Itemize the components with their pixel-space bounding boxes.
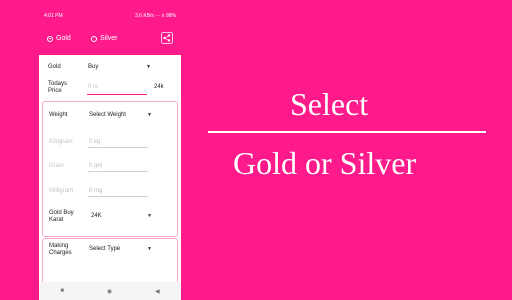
weight-label: Weight: [49, 112, 68, 118]
gold-radio-label: Gold: [56, 35, 71, 42]
metal-row: Gold Buy ▼: [39, 55, 181, 75]
gram-underline: [88, 171, 148, 172]
kilogram-label: Kilogram: [49, 139, 73, 145]
karat-label-line1: Gold Buy: [49, 210, 74, 216]
headline-line2: Gold or Silver: [233, 145, 417, 181]
weight-select[interactable]: Select Weight: [89, 112, 126, 118]
caret-down-icon: ▼: [147, 213, 152, 219]
price-input[interactable]: 0 rs: [88, 84, 98, 90]
kilogram-underline: [88, 147, 148, 148]
radio-unselected-icon: [91, 35, 97, 42]
caret-down-icon: ▼: [146, 64, 151, 70]
silver-radio-label: Silver: [100, 35, 118, 42]
back-icon[interactable]: ◀: [155, 288, 160, 295]
karat-label-line2: Karat: [49, 217, 64, 223]
weight-card: Weight Select Weight ▼ Kilogram 0 kg Gra…: [42, 101, 178, 237]
making-select[interactable]: Select Type: [89, 246, 120, 252]
status-time: 4:01 PM: [44, 13, 63, 19]
karat-select[interactable]: 24K: [91, 213, 102, 219]
recent-apps-icon[interactable]: ■: [60, 288, 64, 294]
milligram-underline: [88, 196, 148, 197]
making-label-line1: Making: [49, 243, 69, 249]
milligram-input[interactable]: 0 mg: [89, 188, 102, 194]
silver-radio[interactable]: Silver: [91, 35, 118, 42]
kilogram-input[interactable]: 0 kg: [89, 139, 100, 145]
price-input-underline: [87, 94, 147, 95]
price-label-line1: Todays: [48, 81, 68, 87]
status-bar: 4:01 PM 3.6 KB/s ··· ≡ 98%: [39, 9, 181, 23]
share-icon[interactable]: [161, 32, 173, 44]
caret-down-icon: ▼: [147, 112, 152, 118]
making-charges-card: Making Charges Select Type ▼: [42, 238, 178, 288]
milligram-label: Milligram: [49, 188, 73, 194]
metal-label: Gold: [48, 64, 61, 70]
radio-selected-icon: [47, 35, 53, 42]
caret-down-icon: ▼: [147, 246, 152, 252]
system-nav-bar: ■ ◉ ◀: [39, 282, 181, 300]
home-icon[interactable]: ◉: [107, 288, 112, 295]
gram-input[interactable]: 0 gm: [89, 163, 102, 169]
price-label-line2: Price: [48, 88, 62, 94]
headline-divider: [208, 131, 486, 133]
metal-select[interactable]: Buy: [88, 64, 98, 70]
making-label-line2: Charges: [49, 250, 72, 256]
gold-radio[interactable]: Gold: [47, 35, 71, 42]
headline-line1: Select: [290, 86, 369, 122]
app-bar: Gold Silver: [39, 23, 181, 55]
gram-label: Gram: [49, 163, 64, 169]
price-karat: 24k: [154, 84, 164, 90]
phone-screen: 4:01 PM 3.6 KB/s ··· ≡ 98% Gold Silver G…: [39, 9, 181, 300]
status-indicators: 3.6 KB/s ··· ≡ 98%: [135, 13, 176, 19]
